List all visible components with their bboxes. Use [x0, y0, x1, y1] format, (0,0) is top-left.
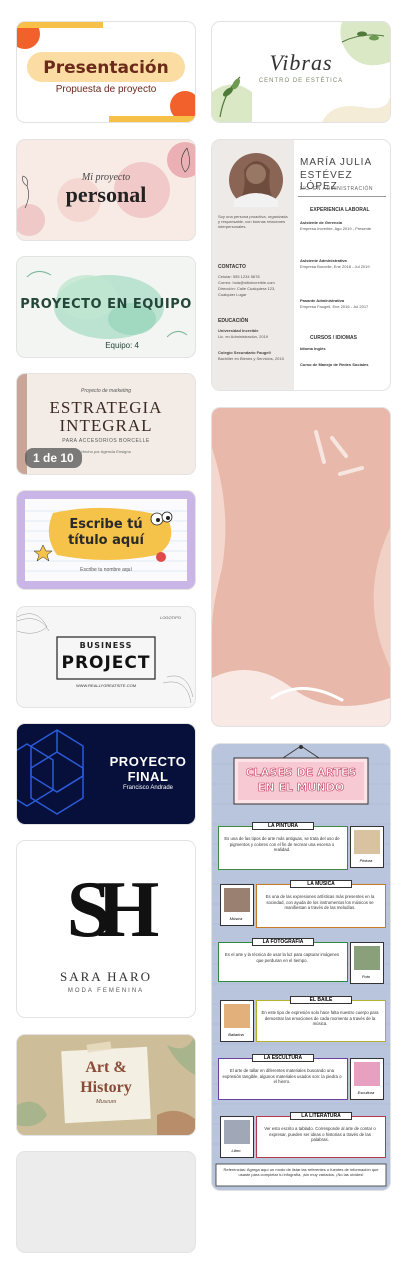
- personal-title: personal: [65, 182, 147, 207]
- estrategia-title-line2: INTEGRAL: [59, 416, 153, 435]
- clases-section-text: El arte de tallar en diferentes material…: [222, 1068, 342, 1084]
- estrategia-title-line1: ESTRATEGIA: [49, 398, 163, 417]
- presentacion-title: Presentación: [43, 58, 169, 78]
- clases-section-text: En este tipo de expresión solo hace falt…: [261, 1010, 379, 1026]
- presentacion-subtitle: Propuesta de proyecto: [55, 84, 157, 95]
- clases-section-label: LA PINTURA: [252, 822, 314, 830]
- business-title-line1: BUSINESS: [79, 641, 133, 650]
- clases-section-label: LA LITERATURA: [290, 1112, 352, 1120]
- clases-section-text: Es una de las tipos de arte más antiguas…: [224, 836, 340, 852]
- resume-courses-line: Idioma Inglés: [300, 346, 326, 351]
- resume-role: LIC. EN ADMINISTRACIÓN: [300, 186, 373, 192]
- business-url: WWW.REALLYGREATSITE.COM: [75, 683, 137, 688]
- proyecto-equipo-title: PROYECTO EN EQUIPO: [20, 297, 192, 312]
- resume-experience-line: Empresa Faugell, Ene 2016 - Jul 2017: [300, 304, 369, 309]
- clases-photo-caption: Música: [229, 916, 243, 921]
- resume-contact-line: Dirección: Calle Cualquiera 123, Cualqui…: [218, 286, 276, 297]
- clases-section-text: Es una de las expresiones artísticas más…: [265, 894, 375, 910]
- pink-abstract-decoration: [212, 430, 390, 726]
- template-resume[interactable]: MARÍA JULIA ESTÉVEZ LÓPEZ LIC. EN ADMINI…: [212, 140, 390, 390]
- resume-contact-heading: CONTACTO: [218, 264, 246, 270]
- estrategia-kicker: Proyecto de marketing: [80, 388, 132, 394]
- clases-section-text: Es el arte y la técnica de usar la luz p…: [224, 952, 340, 963]
- escribe-title-line1: Escribe tú: [69, 517, 143, 532]
- clases-section-text: Ver esto escrito a tablado. Corresponde …: [264, 1126, 376, 1142]
- clases-photo-caption: Libro: [231, 1148, 241, 1153]
- proyecto-equipo-subtitle: Equipo: 4: [105, 341, 139, 350]
- template-business[interactable]: LOGOTIPO BUSINESS PROJECT WWW.REALLYGREA…: [17, 607, 195, 707]
- page-counter-badge: 1 de 10: [25, 448, 82, 468]
- clases-title-line2: EN EL MUNDO: [257, 781, 345, 795]
- sara-haro-monogram: SH: [66, 866, 160, 954]
- template-personal[interactable]: Mi proyecto personal: [17, 140, 195, 240]
- sara-haro-tagline: MODA FEMENINA: [67, 988, 145, 994]
- vibras-title: Vibras: [269, 50, 333, 75]
- sara-haro-name: SARA HARO: [59, 969, 153, 984]
- clases-section-label: LA FOTOGRAFÍA: [252, 938, 314, 946]
- template-proyecto-final[interactable]: PROYECTO FINAL Francisco Andrade: [17, 724, 195, 824]
- template-proyecto-equipo[interactable]: PROYECTO EN EQUIPO Equipo: 4: [17, 257, 195, 357]
- clases-photo-caption: Pintura: [359, 858, 373, 863]
- art-history-art: Art: [85, 1059, 110, 1076]
- resume-name-line1: MARÍA JULIA: [300, 157, 373, 168]
- template-art-history[interactable]: Art & History Museum: [17, 1035, 195, 1135]
- proyecto-final-title-line1: PROYECTO: [109, 754, 187, 769]
- proyecto-final-author: Francisco Andrade: [122, 785, 174, 791]
- template-placeholder[interactable]: [17, 1152, 195, 1252]
- clases-photo-caption: Bailarina: [228, 1032, 244, 1037]
- business-logo: LOGOTIPO: [160, 615, 181, 620]
- vibras-subtitle: CENTRO DE ESTÉTICA: [258, 78, 344, 84]
- clases-section-label: LA MÚSICA: [290, 880, 352, 888]
- clases-photo-caption: Foto: [361, 974, 370, 979]
- estrategia-subtitle: PARA ACCESORIOS BORCELLE: [62, 438, 150, 444]
- resume-experience-line: Empresa Borcelle, Ene 2018 - Jul 2019: [300, 264, 370, 269]
- resume-education-line: Lic. en Administración, 2019: [218, 334, 269, 339]
- clases-section-label: EL BAILE: [290, 996, 352, 1004]
- template-pink-abstract[interactable]: [212, 408, 390, 726]
- resume-experience-heading: EXPERIENCIA LABORAL: [310, 207, 370, 213]
- art-history-amp: &: [113, 1059, 127, 1076]
- template-presentacion[interactable]: Presentación Propuesta de proyecto: [17, 22, 195, 122]
- resume-intro: Soy una persona proactiva, organizada y …: [218, 214, 288, 229]
- resume-education-line: Bachiller en Bienes y Servicios, 2015: [218, 356, 284, 361]
- template-estrategia[interactable]: Proyecto de marketing ESTRATEGIA INTEGRA…: [17, 374, 195, 474]
- escribe-subtitle: Escribe tu nombre aquí: [80, 567, 132, 573]
- business-title-line2: PROJECT: [61, 653, 151, 673]
- clases-footer: Referencias: Agrega aquí un modo de list…: [223, 1167, 379, 1177]
- template-vibras[interactable]: Vibras CENTRO DE ESTÉTICA: [212, 22, 390, 122]
- clases-section-label: LA ESCULTURA: [252, 1054, 314, 1062]
- art-history-line1: Art &: [17, 1059, 195, 1077]
- art-history-line3: Museum: [95, 1099, 117, 1105]
- resume-education-heading: EDUCACIÓN: [218, 318, 249, 324]
- template-clases-artes[interactable]: CLASES DE ARTES EN EL MUNDO LA PINTURA E…: [212, 744, 390, 1190]
- resume-courses-heading: CURSOS / IDIOMAS: [310, 335, 357, 341]
- resume-courses-line: Curso de Manejo de Redes Sociales: [300, 362, 369, 367]
- clases-photo-caption: Escultura: [357, 1090, 375, 1095]
- template-escribe[interactable]: Escribe tú título aquí Escribe tu nombre…: [17, 491, 195, 589]
- clases-title-line1: CLASES DE ARTES: [245, 766, 357, 780]
- art-history-line2: History: [80, 1079, 132, 1096]
- escribe-title-line2: título aquí: [68, 533, 144, 548]
- proyecto-final-title-line2: FINAL: [127, 769, 169, 784]
- resume-experience-line: Empresa Increíble, Ago 2019 - Presente: [300, 226, 372, 231]
- template-sara-haro[interactable]: SH SARA HARO MODA FEMENINA: [17, 841, 195, 1017]
